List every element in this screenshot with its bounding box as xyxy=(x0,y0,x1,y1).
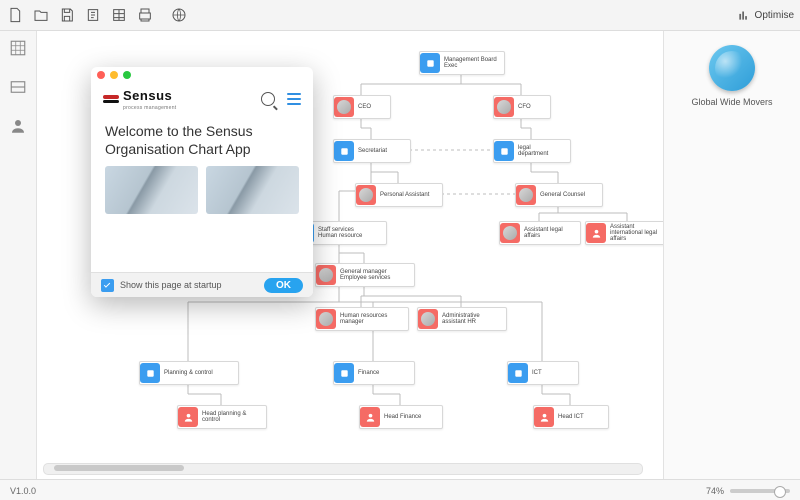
horizontal-scrollbar[interactable] xyxy=(43,463,643,475)
open-icon[interactable] xyxy=(32,6,50,24)
right-sidebar: Global Wide Movers xyxy=(663,31,800,479)
org-node[interactable]: Assistant international legal affairs xyxy=(585,221,663,245)
org-node-label: ICT xyxy=(528,370,546,376)
department-icon xyxy=(334,363,354,383)
org-node[interactable]: Administrative assistant HR xyxy=(417,307,507,331)
left-sidebar xyxy=(0,31,37,479)
person-icon xyxy=(586,223,606,243)
org-node[interactable]: Head Finance xyxy=(359,405,443,429)
person-icon xyxy=(178,407,198,427)
person-icon xyxy=(500,223,520,243)
minimise-dot[interactable] xyxy=(110,71,118,79)
org-node[interactable]: General Counsel xyxy=(515,183,603,207)
org-node[interactable]: Secretariat xyxy=(333,139,411,163)
menu-icon[interactable] xyxy=(287,93,301,105)
org-node-label: Head ICT xyxy=(554,414,588,420)
department-icon xyxy=(140,363,160,383)
web-icon[interactable] xyxy=(170,6,188,24)
ok-button[interactable]: OK xyxy=(264,278,303,293)
optimise-button[interactable]: Optimise xyxy=(737,8,794,22)
organisation-name: Global Wide Movers xyxy=(691,97,772,107)
org-node-label: Secretariat xyxy=(354,148,391,154)
org-node[interactable]: General manager Employee services xyxy=(315,263,415,287)
org-node-label: General manager Employee services xyxy=(336,269,394,282)
person-icon xyxy=(534,407,554,427)
new-doc-icon[interactable] xyxy=(6,6,24,24)
org-node[interactable]: ICT xyxy=(507,361,579,385)
org-node[interactable]: Human resources manager xyxy=(315,307,409,331)
org-node[interactable]: CFO xyxy=(493,95,551,119)
print-icon[interactable] xyxy=(136,6,154,24)
org-node-label: Head planning & control xyxy=(198,411,250,424)
main-toolbar: Optimise xyxy=(0,0,800,31)
organisation-globe-icon[interactable] xyxy=(709,45,755,91)
org-node-label: General Counsel xyxy=(536,192,589,198)
org-node[interactable]: Head ICT xyxy=(533,405,609,429)
org-node[interactable]: legal department xyxy=(493,139,571,163)
org-node-label: CFO xyxy=(514,104,535,110)
org-node[interactable]: Personal Assistant xyxy=(355,183,443,207)
person-icon xyxy=(360,407,380,427)
version-label: V1.0.0 xyxy=(10,486,36,496)
people-icon[interactable] xyxy=(9,117,27,140)
org-node[interactable]: Management Board Exec xyxy=(419,51,505,75)
org-node-label: Assistant international legal affairs xyxy=(606,224,661,243)
org-node-label: Personal Assistant xyxy=(376,192,433,198)
list-view-icon[interactable] xyxy=(9,78,27,101)
person-icon xyxy=(316,265,336,285)
person-icon xyxy=(516,185,536,205)
org-node[interactable]: Head planning & control xyxy=(177,405,267,429)
org-node[interactable]: Planning & control xyxy=(139,361,239,385)
sensus-logo: Sensusprocess management xyxy=(103,87,176,111)
welcome-heading: Welcome to the Sensus Organisation Chart… xyxy=(91,113,313,162)
org-node[interactable]: CEO xyxy=(333,95,391,119)
person-icon xyxy=(334,97,354,117)
grid-view-icon[interactable] xyxy=(9,39,27,62)
zoom-slider[interactable] xyxy=(730,489,790,493)
org-node-label: Planning & control xyxy=(160,370,217,376)
department-icon xyxy=(420,53,440,73)
table-icon[interactable] xyxy=(110,6,128,24)
person-icon xyxy=(316,309,336,329)
org-node[interactable]: Assistant legal affairs xyxy=(499,221,581,245)
optimise-label: Optimise xyxy=(755,10,794,21)
person-icon xyxy=(418,309,438,329)
status-bar: V1.0.0 74% xyxy=(0,479,800,500)
person-icon xyxy=(494,97,514,117)
show-at-startup-label: Show this page at startup xyxy=(120,280,222,290)
save-icon[interactable] xyxy=(58,6,76,24)
window-controls xyxy=(91,67,313,83)
help-tile-2[interactable] xyxy=(206,166,299,214)
department-icon xyxy=(494,141,514,161)
org-node-label: Staff services Human resource xyxy=(314,227,366,240)
org-node-label: Human resources manager xyxy=(336,313,391,326)
zoom-level-label: 74% xyxy=(706,486,724,496)
department-icon xyxy=(334,141,354,161)
person-icon xyxy=(356,185,376,205)
org-node-label: Assistant legal affairs xyxy=(520,227,567,240)
org-node-label: CEO xyxy=(354,104,375,110)
help-tile-1[interactable] xyxy=(105,166,198,214)
export-icon[interactable] xyxy=(84,6,102,24)
welcome-dialog: Sensusprocess management Welcome to the … xyxy=(91,67,313,297)
department-icon xyxy=(508,363,528,383)
close-dot[interactable] xyxy=(97,71,105,79)
org-node-label: Finance xyxy=(354,370,383,376)
org-node-label: Head Finance xyxy=(380,414,425,420)
org-node-label: Administrative assistant HR xyxy=(438,313,484,326)
org-chart-canvas[interactable]: Management Board Exec CEO CFO Secretariat le… xyxy=(37,31,663,479)
org-node-label: Management Board Exec xyxy=(440,57,501,70)
show-at-startup-checkbox[interactable] xyxy=(101,279,114,292)
org-node[interactable]: Finance xyxy=(333,361,415,385)
search-icon[interactable] xyxy=(261,92,275,106)
org-node-label: legal department xyxy=(514,145,552,158)
zoom-dot[interactable] xyxy=(123,71,131,79)
